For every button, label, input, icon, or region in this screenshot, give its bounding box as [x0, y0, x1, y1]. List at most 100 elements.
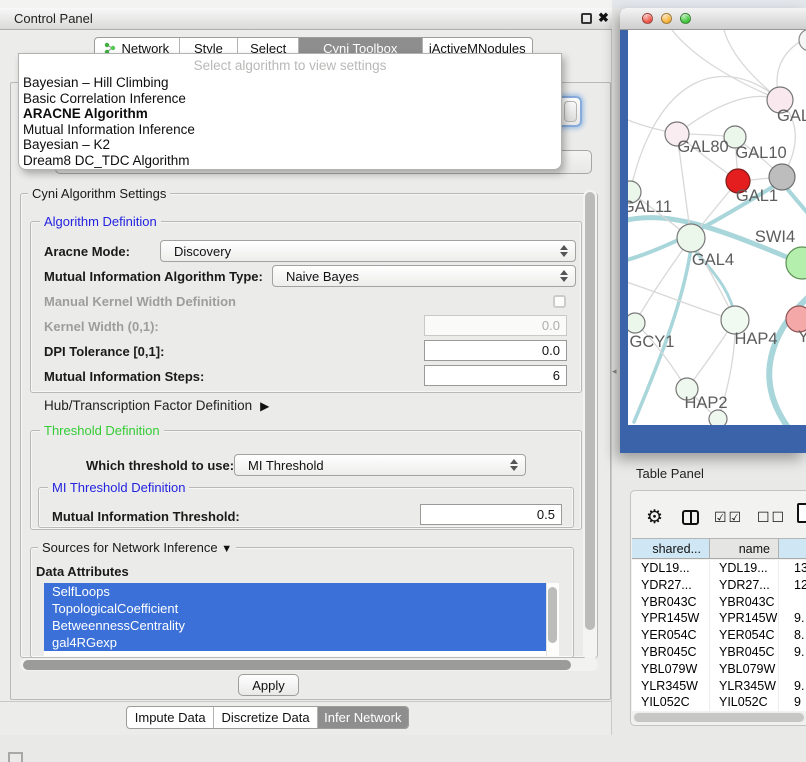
- hub-definition-label: Hub/Transcription Factor Definition: [44, 398, 252, 413]
- table-cell[interactable]: YLR345W: [710, 678, 779, 695]
- column-header-name[interactable]: name: [710, 539, 779, 558]
- aracne-mode-combobox[interactable]: Discovery: [160, 240, 576, 262]
- deselect-columns-icon[interactable]: ☐☐: [757, 509, 786, 526]
- column-header-partial[interactable]: [779, 539, 806, 558]
- table-row[interactable]: YLR345WYLR345W9.: [632, 678, 806, 695]
- network-canvas[interactable]: GALGAL80GAL10GAL1GAL11GAL4SWI4GCY1HAP4YH…: [628, 30, 806, 425]
- table-row[interactable]: YPR145WYPR145W9.: [632, 610, 806, 627]
- data-attribute-item[interactable]: TopologicalCoefficient: [44, 600, 546, 617]
- table-row[interactable]: YER054CYER054C8.: [632, 627, 806, 644]
- table-row[interactable]: YBL079WYBL079W: [632, 661, 806, 678]
- combobox-arrow-button[interactable]: [564, 101, 577, 122]
- column-layout-icon[interactable]: [682, 510, 699, 525]
- data-attribute-item[interactable]: SelfLoops: [44, 583, 546, 600]
- which-threshold-combobox[interactable]: MI Threshold: [234, 454, 526, 476]
- manual-kernel-width-checkbox[interactable]: [553, 295, 566, 308]
- network-window-titlebar[interactable]: [620, 8, 806, 30]
- table-row[interactable]: YBR045CYBR045C9.: [632, 644, 806, 661]
- network-node-GCY1[interactable]: [628, 313, 645, 333]
- table-cell[interactable]: YBR043C: [632, 594, 710, 611]
- collapse-arrow-icon: ▼: [221, 543, 232, 555]
- table-cell[interactable]: YPR145W: [632, 610, 710, 627]
- table-row[interactable]: YIL052CYIL052C9: [632, 694, 806, 711]
- dpi-tolerance-field[interactable]: 0.0: [424, 340, 567, 361]
- network-node-node[interactable]: [799, 30, 806, 51]
- threshold-definition-title: Threshold Definition: [40, 424, 164, 437]
- table-cell[interactable]: 9.: [779, 610, 806, 627]
- close-window-button[interactable]: [642, 13, 653, 24]
- algorithm-option[interactable]: Mutual Information Inference: [19, 122, 561, 138]
- kernel-width-field[interactable]: 0.0: [424, 315, 567, 336]
- table-cell[interactable]: [779, 661, 806, 678]
- top-strip-right: [612, 0, 806, 8]
- table-cell[interactable]: 12: [779, 577, 806, 594]
- data-attribute-item[interactable]: gal4RGexp: [44, 634, 546, 651]
- node-label: SWI4: [755, 228, 795, 246]
- settings-horizontal-scrollbar-thumb[interactable]: [23, 660, 571, 670]
- table-cell[interactable]: 9.: [779, 678, 806, 695]
- select-all-columns-icon[interactable]: ☑☑: [714, 509, 743, 526]
- combobox-arrows-icon: [510, 459, 518, 471]
- data-attributes-list[interactable]: SelfLoopsTopologicalCoefficientBetweenne…: [44, 583, 546, 656]
- collapsed-panel-icon[interactable]: [8, 752, 23, 762]
- table-cell[interactable]: YER054C: [710, 627, 779, 644]
- manual-kernel-width-label: Manual Kernel Width Definition: [44, 294, 236, 309]
- new-table-file-icon[interactable]: [797, 503, 806, 523]
- table-cell[interactable]: YBR043C: [710, 594, 779, 611]
- kernel-width-label: Kernel Width (0,1):: [44, 319, 159, 334]
- table-cell[interactable]: YDR27...: [632, 577, 710, 594]
- table-settings-gear-icon[interactable]: ⚙: [646, 506, 663, 529]
- algorithm-option[interactable]: Bayesian – Hill Climbing: [19, 75, 561, 91]
- data-attribute-item[interactable]: BetweennessCentrality: [44, 617, 546, 634]
- table-cell[interactable]: YLR345W: [632, 678, 710, 695]
- algorithm-popup-list: Bayesian – Hill ClimbingBasic Correlatio…: [19, 75, 561, 168]
- network-node-node[interactable]: [709, 410, 727, 425]
- table-cell[interactable]: YBL079W: [710, 661, 779, 678]
- network-node-SWI4[interactable]: [786, 247, 806, 279]
- table-cell[interactable]: 9: [779, 694, 806, 711]
- cyni-algorithm-settings-title: Cyni Algorithm Settings: [28, 187, 170, 200]
- table-cell[interactable]: YER054C: [632, 627, 710, 644]
- attribute-list-scrollbar-thumb[interactable]: [548, 587, 557, 643]
- table-row[interactable]: YBR043CYBR043C: [632, 594, 806, 611]
- table-cell[interactable]: YBR045C: [632, 644, 710, 661]
- table-cell[interactable]: YDL19...: [632, 560, 710, 577]
- table-row[interactable]: YDL19...YDL19...13: [632, 560, 806, 577]
- network-edge[interactable]: [635, 238, 691, 323]
- tab-impute-data[interactable]: Impute Data: [127, 707, 213, 728]
- table-cell[interactable]: YDR27...: [710, 577, 779, 594]
- splitter-collapse-icon[interactable]: ◂: [612, 366, 617, 377]
- algorithm-option[interactable]: Bayesian – K2: [19, 137, 561, 153]
- table-cell[interactable]: 8.: [779, 627, 806, 644]
- mi-steps-field[interactable]: 6: [424, 365, 567, 386]
- table-cell[interactable]: 9.: [779, 644, 806, 661]
- close-panel-icon[interactable]: ✖: [598, 10, 609, 26]
- float-panel-icon[interactable]: [581, 13, 592, 24]
- column-header-shared-name[interactable]: shared...: [632, 539, 710, 558]
- hub-definition-expander[interactable]: Hub/Transcription Factor Definition▶: [44, 398, 269, 413]
- table-cell[interactable]: YIL052C: [632, 694, 710, 711]
- sources-group-title[interactable]: Sources for Network Inference ▼: [38, 541, 236, 556]
- table-cell[interactable]: YDL19...: [710, 560, 779, 577]
- table-cell[interactable]: YIL052C: [710, 694, 779, 711]
- algorithm-option[interactable]: Dream8 DC_TDC Algorithm: [19, 153, 561, 169]
- apply-button[interactable]: Apply: [238, 674, 299, 696]
- algorithm-option[interactable]: Basic Correlation Inference: [19, 91, 561, 107]
- tab-infer-network[interactable]: Infer Network: [317, 707, 408, 728]
- table-cell[interactable]: [779, 594, 806, 611]
- network-edge[interactable]: [672, 30, 780, 100]
- table-cell[interactable]: YPR145W: [710, 610, 779, 627]
- table-cell[interactable]: YBL079W: [632, 661, 710, 678]
- network-node-GAL4[interactable]: [677, 224, 705, 252]
- mi-algorithm-type-combobox[interactable]: Naive Bayes: [272, 265, 576, 287]
- algorithm-option[interactable]: ARACNE Algorithm: [19, 106, 561, 122]
- settings-vertical-scrollbar-thumb[interactable]: [585, 192, 595, 630]
- table-horizontal-scrollbar-thumb[interactable]: [634, 713, 804, 722]
- table-row[interactable]: YDR27...YDR27...12: [632, 577, 806, 594]
- mi-threshold-field[interactable]: 0.5: [420, 504, 562, 525]
- table-cell[interactable]: YBR045C: [710, 644, 779, 661]
- table-cell[interactable]: 13: [779, 560, 806, 577]
- zoom-window-button[interactable]: [680, 13, 691, 24]
- minimize-window-button[interactable]: [661, 13, 672, 24]
- tab-discretize-data[interactable]: Discretize Data: [213, 707, 316, 728]
